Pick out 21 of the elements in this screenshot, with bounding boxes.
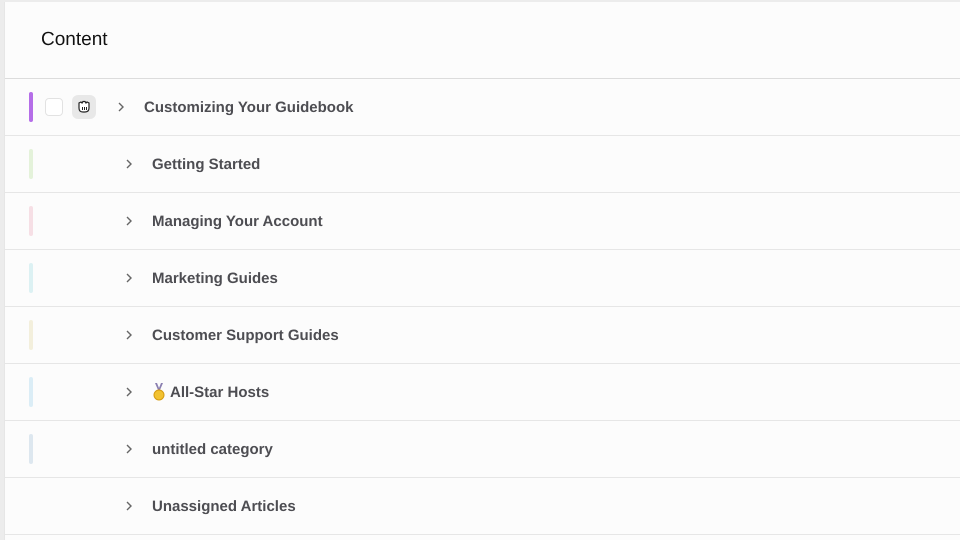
expand-chevron-icon[interactable] xyxy=(124,500,134,512)
grab-hand-icon xyxy=(76,99,92,115)
expand-chevron-icon[interactable] xyxy=(124,158,134,170)
category-title[interactable]: Managing Your Account xyxy=(152,212,323,230)
expand-chevron-icon[interactable] xyxy=(124,386,134,398)
category-title[interactable]: Marketing Guides xyxy=(152,270,278,286)
medal-icon xyxy=(152,383,166,401)
drag-handle-button[interactable] xyxy=(72,95,96,119)
row-checkbox[interactable] xyxy=(45,98,63,116)
expand-chevron-icon[interactable] xyxy=(124,272,134,284)
category-title[interactable]: All-Star Hosts xyxy=(152,383,270,401)
expand-chevron-icon[interactable] xyxy=(124,329,134,341)
category-title[interactable]: Unassigned Articles xyxy=(152,498,296,514)
page-title: Content xyxy=(41,29,108,51)
category-title[interactable]: Customizing Your Guidebook xyxy=(144,98,354,116)
category-title[interactable]: Customer Support Guides xyxy=(152,326,339,344)
category-title[interactable]: untitled category xyxy=(152,440,273,458)
category-title[interactable]: Getting Started xyxy=(152,156,260,172)
expand-chevron-icon[interactable] xyxy=(124,443,134,455)
expand-chevron-icon[interactable] xyxy=(116,101,126,113)
expand-chevron-icon[interactable] xyxy=(124,215,134,227)
